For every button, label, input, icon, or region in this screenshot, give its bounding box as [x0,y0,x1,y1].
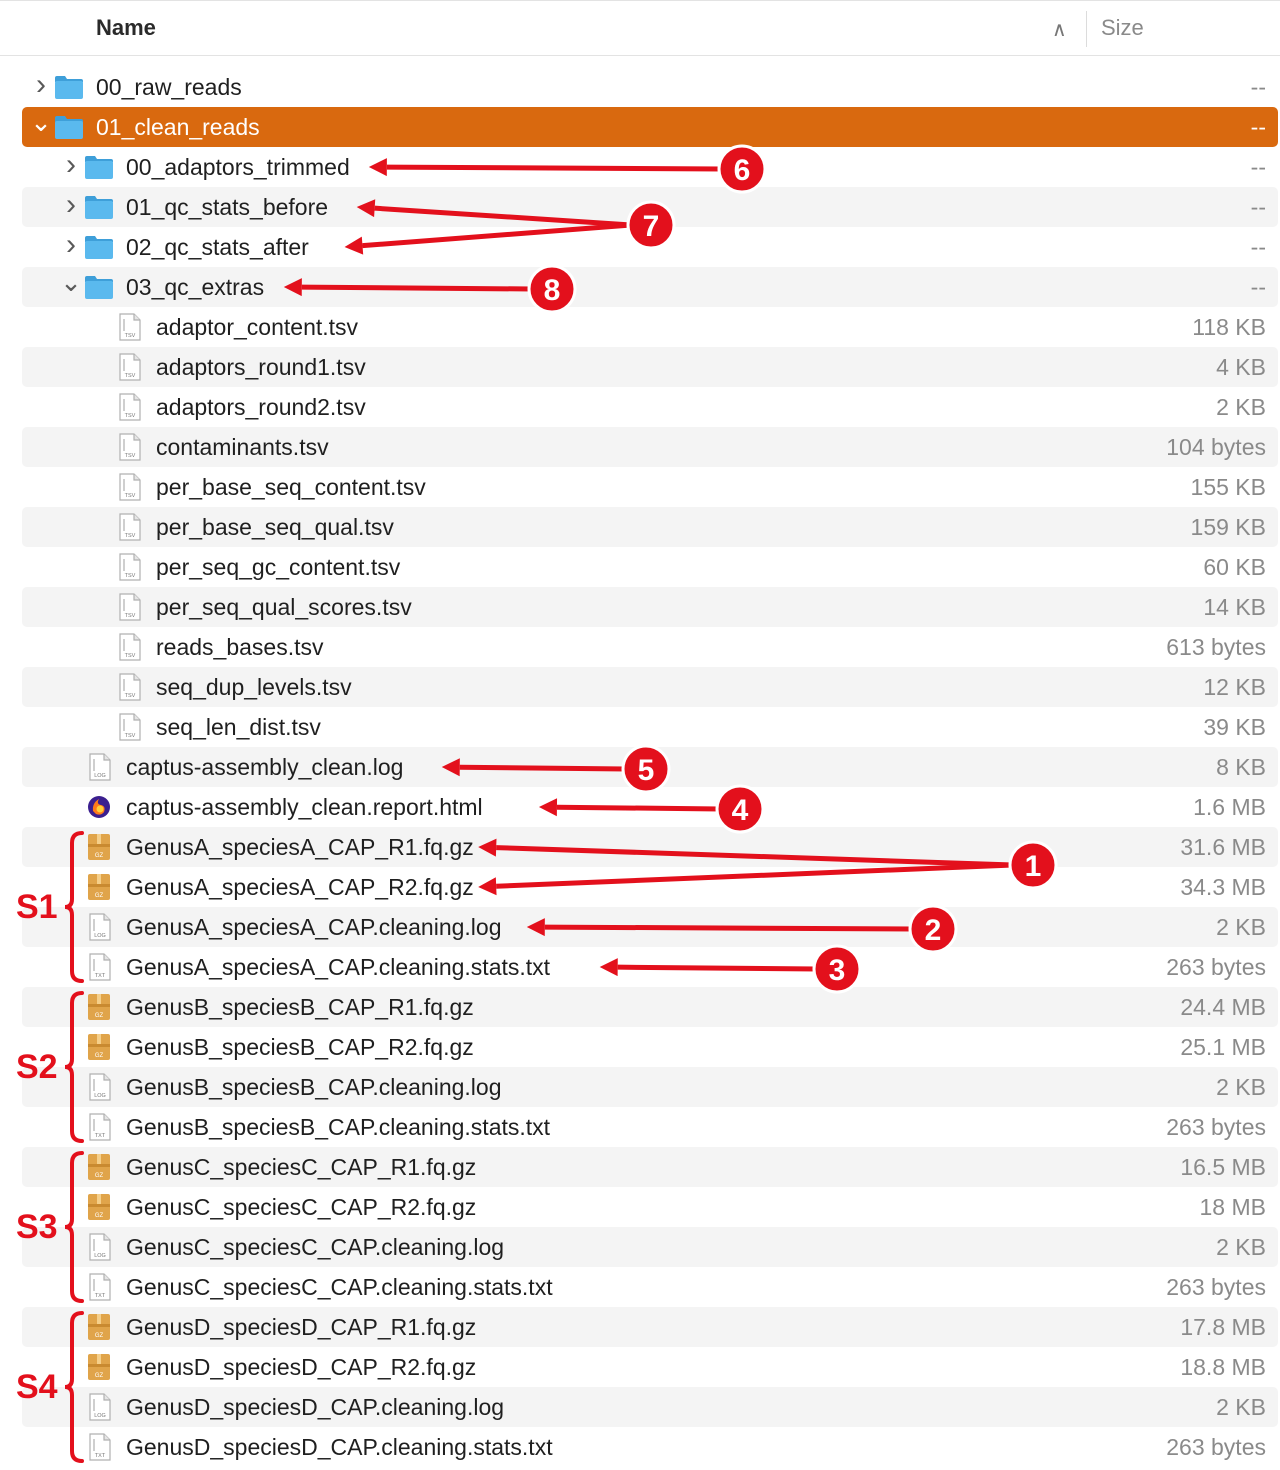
annotation-number: 1 [1025,850,1042,883]
annotation-number: 2 [925,914,942,947]
arrow-head [441,758,460,777]
group-bracket [64,1151,84,1303]
group-bracket [64,991,84,1143]
arrow-line [544,924,914,932]
annotation-number: 7 [643,210,660,243]
annotation-number: 8 [544,274,561,307]
arrow-line [496,862,1014,889]
annotation-number: 6 [734,154,751,187]
arrow-head [538,798,558,817]
sample-group-label: S3 [16,1208,58,1246]
sample-group-label: S4 [16,1368,58,1406]
group-bracket [64,831,84,983]
arrow-head [283,278,302,297]
sample-group-label: S1 [16,888,58,926]
annotation-number: 4 [732,794,749,827]
annotation-number: 3 [829,954,846,987]
arrow-head [356,199,376,218]
sample-group-label: S2 [16,1048,58,1086]
arrow-line [362,222,632,249]
arrow-head [478,838,497,857]
arrow-head [478,877,497,896]
arrow-line [496,845,1014,868]
arrow-line [459,764,627,772]
arrow-head [344,236,364,255]
group-bracket [64,1311,84,1463]
arrow-line [386,164,723,172]
annotation-layer: 6 7 8 5 4 1 2 3 [64,144,1058,1463]
arrow-head [526,918,545,937]
arrow-line [617,964,818,972]
arrow-head [368,158,387,177]
arrow-line [301,284,533,292]
arrow-head [599,958,618,977]
annotation-number: 5 [638,754,655,787]
arrow-line [556,804,721,812]
arrow-line [374,205,632,228]
